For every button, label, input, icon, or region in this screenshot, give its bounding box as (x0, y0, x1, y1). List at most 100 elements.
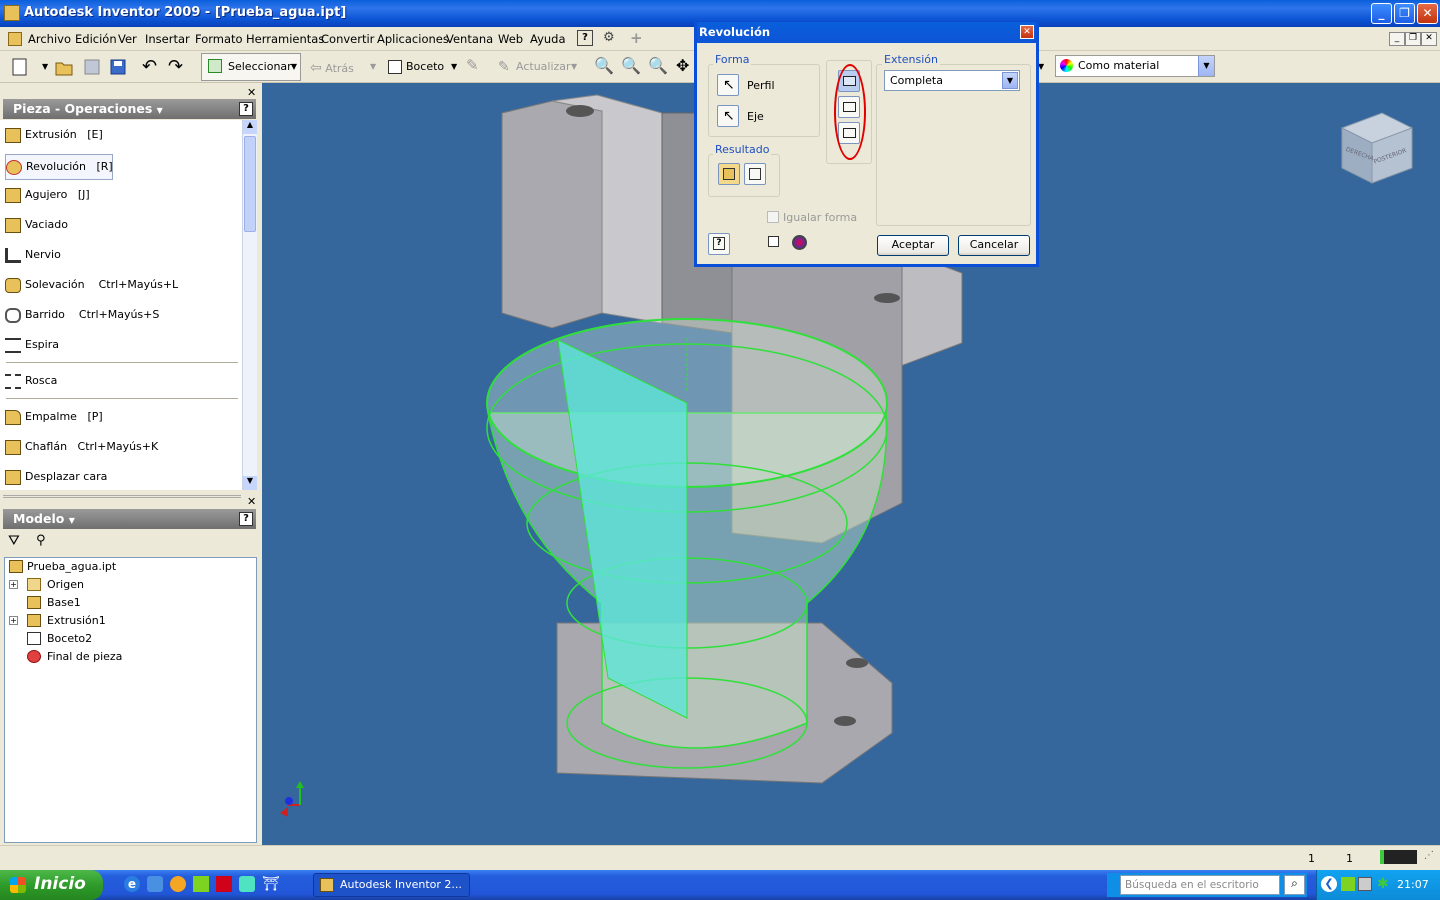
quicklaunch-icon[interactable]: ⛩ (262, 876, 280, 892)
open-icon[interactable] (54, 57, 74, 77)
menu-insertar[interactable]: Insertar (145, 32, 190, 46)
back-button[interactable]: ⇦ Atrás (310, 58, 354, 80)
menu-edicion[interactable]: Edición (75, 32, 117, 46)
resize-grip-icon[interactable]: ⋰ (1424, 850, 1434, 861)
axis-select-button[interactable]: ↖ (717, 105, 739, 127)
menu-ver[interactable]: Ver (118, 32, 137, 46)
zoom-window-icon[interactable]: 🔍 (621, 56, 641, 75)
undo-icon[interactable]: ↶ (142, 56, 157, 77)
find-binoculars-icon[interactable]: ⚲ (36, 533, 46, 548)
redo-icon[interactable]: ↷ (168, 56, 183, 77)
mdi-restore-button[interactable]: ❐ (1405, 32, 1421, 46)
panel-help-icon[interactable]: ? (239, 512, 253, 526)
tools-icon[interactable]: ⚙ (603, 30, 619, 46)
splitter[interactable] (3, 495, 241, 498)
filter-icon[interactable]: ⛛ (8, 533, 20, 549)
dialog-close-button[interactable]: ✕ (1020, 25, 1034, 39)
restore-button[interactable]: ❐ (1394, 3, 1415, 24)
menu-herramientas[interactable]: Herramientas (246, 32, 324, 46)
help-icon[interactable]: ? (577, 30, 593, 46)
save-all-icon[interactable] (82, 57, 102, 77)
menu-web[interactable]: Web (498, 32, 523, 46)
pan-icon[interactable]: ✥ (676, 56, 689, 75)
op-chaflan[interactable]: Chaflán Ctrl+Mayús+K (5, 437, 158, 459)
tray-collapse-icon[interactable]: ❮ (1321, 876, 1337, 892)
operations-scrollbar[interactable]: ▲ ▼ (242, 120, 257, 490)
mdi-close-button[interactable]: ✕ (1421, 32, 1437, 46)
tree-item-extrusion1[interactable]: Extrusión1 (27, 612, 106, 630)
scroll-up-icon[interactable]: ▲ (243, 120, 257, 134)
add-icon[interactable]: + (630, 29, 643, 47)
zoom-all-icon[interactable]: 🔍 (594, 56, 614, 75)
quicklaunch-icon[interactable] (193, 876, 209, 892)
op-vaciado[interactable]: Vaciado (5, 215, 68, 237)
view-cube[interactable]: DERECHA POSTERIOR (1340, 112, 1414, 184)
network-icon[interactable] (1341, 877, 1355, 891)
op-empalme[interactable]: Empalme [P] (5, 407, 103, 429)
surface-result-button[interactable] (744, 163, 766, 185)
expand-icon[interactable]: + (9, 580, 18, 589)
new-file-icon[interactable] (10, 57, 32, 77)
op-rosca[interactable]: Rosca (5, 371, 57, 393)
task-inventor[interactable]: Autodesk Inventor 2... (313, 873, 470, 897)
select-dropdown[interactable]: Seleccionar ▼ (201, 53, 301, 81)
ie-icon[interactable]: e (124, 876, 140, 892)
tree-item-base1[interactable]: Base1 (27, 594, 81, 612)
tree-item-boceto2[interactable]: Boceto2 (27, 630, 92, 648)
panel-close-icon[interactable]: ✕ (247, 495, 256, 508)
quicklaunch-icon[interactable] (216, 876, 232, 892)
menu-ayuda[interactable]: Ayuda (530, 32, 566, 46)
cancel-button[interactable]: Cancelar (958, 235, 1030, 256)
bluetooth-icon[interactable]: ✱ (1377, 876, 1389, 892)
new-dropdown-icon[interactable]: ▼ (42, 62, 48, 71)
preview-toggle-icon[interactable] (792, 235, 807, 250)
start-button[interactable]: Inicio (0, 870, 103, 900)
material-select[interactable]: Como material ▼ (1055, 55, 1215, 77)
op-barrido[interactable]: Barrido Ctrl+Mayús+S (5, 305, 159, 327)
op-nervio[interactable]: Nervio (5, 245, 61, 267)
panel-close-icon[interactable]: ✕ (247, 86, 256, 99)
op-espira[interactable]: Espira (5, 335, 59, 357)
op-extrusion[interactable]: Extrusión [E] (5, 125, 103, 147)
profile-select-button[interactable]: ↖ (717, 74, 739, 96)
menu-convertir[interactable]: Convertir (321, 32, 374, 46)
minimize-button[interactable]: _ (1371, 3, 1392, 24)
sketch-dropdown-icon[interactable]: ▼ (451, 62, 457, 71)
search-icon[interactable]: ⌕ (1284, 875, 1305, 895)
tree-item-origen[interactable]: Origen (27, 576, 84, 594)
zoom-selected-icon[interactable]: 🔍 (648, 56, 668, 75)
scroll-thumb[interactable] (244, 136, 256, 232)
mdi-minimize-button[interactable]: _ (1389, 32, 1405, 46)
op-revolucion[interactable]: Revolución [R] (5, 154, 113, 180)
panel-help-icon[interactable]: ? (239, 102, 253, 116)
desktop-search-input[interactable]: Búsqueda en el escritorio (1120, 875, 1280, 895)
display-icon[interactable] (1358, 877, 1372, 891)
back-dropdown-icon[interactable]: ▼ (370, 62, 376, 71)
sketch-tools-icon[interactable]: ✎ (466, 56, 479, 74)
tree-item-final-pieza[interactable]: Final de pieza (27, 648, 122, 666)
more-options-icon[interactable] (768, 236, 779, 247)
menu-aplicaciones[interactable]: Aplicaciones (377, 32, 449, 46)
quicklaunch-icon[interactable] (239, 876, 255, 892)
save-icon[interactable] (108, 57, 128, 77)
close-button[interactable]: ✕ (1417, 3, 1438, 24)
tree-item-root[interactable]: Prueba_agua.ipt (9, 558, 116, 576)
update-button[interactable]: ✎ Actualizar (496, 57, 571, 79)
op-agujero[interactable]: Agujero [J] (5, 185, 90, 207)
accept-button[interactable]: Aceptar (877, 235, 949, 256)
op-solevacion[interactable]: Solevación Ctrl+Mayús+L (5, 275, 178, 297)
document-icon[interactable] (8, 32, 22, 46)
extension-select[interactable]: Completa ▼ (884, 70, 1020, 91)
sketch-button[interactable]: Boceto (386, 57, 444, 79)
solid-result-button[interactable] (718, 163, 740, 185)
quicklaunch-icon[interactable] (147, 876, 163, 892)
op-desplazar-cara[interactable]: Desplazar cara (5, 467, 107, 489)
operations-panel-header[interactable]: Pieza - Operaciones ▼ ? (3, 99, 256, 119)
menu-archivo[interactable]: Archivo (28, 32, 71, 46)
scroll-down-icon[interactable]: ▼ (243, 476, 257, 490)
dialog-help-button[interactable]: ? (708, 233, 730, 255)
menu-ventana[interactable]: Ventana (446, 32, 493, 46)
menu-formato[interactable]: Formato (195, 32, 243, 46)
update-dropdown-icon[interactable]: ▼ (571, 62, 577, 71)
expand-icon[interactable]: + (9, 616, 18, 625)
